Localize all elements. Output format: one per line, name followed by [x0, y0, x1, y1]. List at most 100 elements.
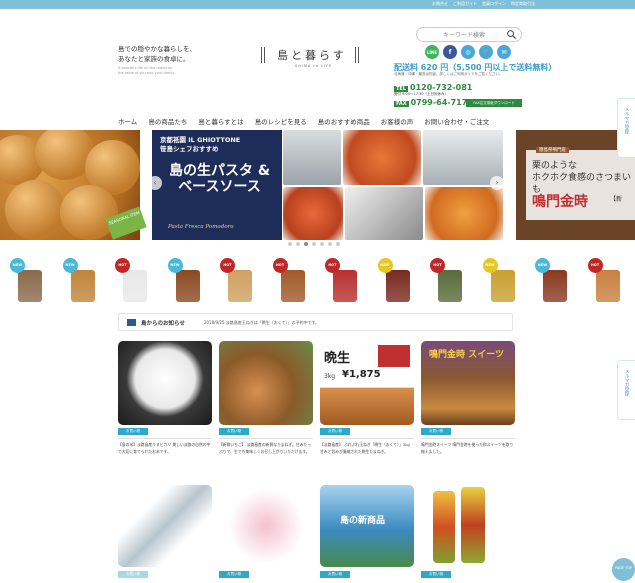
card-text: 【新鮮いちご】 淡路島産の新鮮なたまねぎ。甘みたっぷりで、生でも美味しくお召し上… [219, 442, 312, 454]
card-new-items[interactable]: 島の新商品 お買い物 [320, 485, 414, 578]
site-logo[interactable]: 島と暮らす SHIMA to LIFE [255, 44, 365, 84]
top-link[interactable]: ご利用ガイド [453, 1, 477, 7]
slider-dot[interactable] [288, 242, 292, 246]
slider-dot-active[interactable] [304, 242, 308, 246]
card-illustration[interactable]: お買い物 [219, 485, 313, 578]
page-top-button[interactable]: PAGE TOP [612, 558, 635, 581]
sweets-image: 鳴門金時 スイーツ [421, 341, 515, 425]
card-tag: お買い物 [320, 571, 350, 578]
right-suffix: 【新 [610, 196, 623, 203]
tagline: 島での穏やかな暮らしを、 あなたと家族の食卓に。 [118, 45, 196, 63]
line-icon[interactable]: LINE [425, 45, 439, 59]
product-badge: NEW [377, 258, 393, 273]
product-item[interactable]: NEW [62, 258, 97, 306]
card-tag: お買い物 [219, 428, 249, 435]
promo-restaurant: 京都祇園 IL GHIOTTONE 笹島シェフおすすめ [160, 136, 241, 153]
product-item[interactable]: NEW [377, 258, 412, 306]
nav-voices[interactable]: お客様の声 [381, 116, 414, 126]
cart-icon[interactable]: 🛒 [479, 45, 493, 59]
slider-dot[interactable] [320, 242, 324, 246]
card-tag: お買い物 [219, 571, 249, 578]
slider-dot[interactable] [336, 242, 340, 246]
nav-about[interactable]: 島と暮らすとは [198, 116, 243, 126]
card-text: 鳴門金時スイーツ 鳴門金時を使った和スイーツを取り揃えました。 [421, 442, 514, 454]
product-item[interactable]: HOT [325, 258, 359, 306]
phone-number[interactable]: TEL 0120-732-081 [394, 83, 472, 92]
product-badge: NEW [167, 258, 183, 273]
nav-recipes[interactable]: 島のレシピを見る [255, 116, 307, 126]
product-item[interactable]: NEW [482, 258, 517, 306]
top-bar [0, 0, 635, 9]
nav-contact[interactable]: お問い合わせ・ご注文 [424, 116, 489, 126]
product-item[interactable]: NEW [10, 258, 44, 306]
top-link[interactable]: 会員ログイン [482, 1, 506, 7]
side-tab-newsletter-2[interactable]: メルマガ登録 [617, 360, 635, 420]
search-icon[interactable] [506, 29, 517, 40]
card-wrap[interactable]: お買い物 [118, 485, 212, 578]
shipping-note: 北海道・沖縄・離島は別途。詳しくはご利用ガイドをご覧ください。 [394, 72, 503, 76]
cooking-photo [345, 187, 423, 240]
slider-dot[interactable] [296, 242, 300, 246]
card-okute[interactable]: 晩生 3kg ¥1,875 お買い物 【淡路島産】 ぷれぷれ玉ねぎ「晩生（おくて… [320, 341, 414, 454]
news-text[interactable]: 2018/9/25 淡路島産玉ねぎは「晩生（おくて）」の予約中です。 [204, 320, 319, 326]
wrap-image [118, 485, 212, 567]
mail-icon[interactable]: ✉ [497, 45, 511, 59]
side-tab-newsletter[interactable]: メルマガ登録 [617, 98, 635, 158]
product-image [595, 270, 620, 302]
product-item[interactable]: HOT [430, 258, 464, 306]
pasta-photo-2 [283, 187, 343, 240]
seascape-image: 島の新商品 [320, 485, 414, 567]
product-image [385, 270, 410, 302]
product-badge: HOT [430, 258, 445, 273]
card-pickles[interactable]: お買い物 [421, 485, 515, 578]
promo-title: 島の生パスタ & ベースソース [168, 163, 271, 195]
product-image [70, 270, 95, 302]
fax-order-button[interactable]: FAX注文用紙ダウンロード [466, 99, 522, 107]
card-sweets[interactable]: 鳴門金時 スイーツ お買い物 鳴門金時スイーツ 鳴門金時を使った和スイーツを取り… [421, 341, 515, 454]
product-image [228, 270, 252, 302]
slider-dot[interactable] [312, 242, 316, 246]
product-badge: HOT [587, 258, 603, 273]
hero-slider[interactable]: SEASONAL ITEM 京都祇園 IL GHIOTTONE 笹島シェフおすすめ… [0, 130, 635, 240]
product-item[interactable]: HOT [115, 258, 149, 306]
search-input[interactable]: キーワード検索 [443, 30, 485, 39]
facebook-icon[interactable]: f [443, 45, 457, 59]
slider-next-button[interactable]: › [490, 176, 504, 190]
news-title: 島からのお知らせ [141, 321, 185, 327]
nav-products[interactable]: 島の商品たち [148, 116, 187, 126]
top-link[interactable]: お問合せ [432, 1, 448, 7]
instagram-icon[interactable]: ◎ [461, 45, 475, 59]
card-onions[interactable]: お買い物 【新鮮いちご】 淡路島産の新鮮なたまねぎ。甘みたっぷりで、生でも美味し… [219, 341, 313, 454]
product-item[interactable]: HOT [272, 258, 307, 306]
pickles-image [421, 485, 515, 567]
card-tag: お買い物 [421, 571, 451, 578]
slider-dot[interactable] [328, 242, 332, 246]
slider-prev-button[interactable]: ‹ [148, 176, 162, 190]
news-bar[interactable]: 島からのお知らせ 2018/9/25 淡路島産玉ねぎは「晩生（おくて）」の予約中… [118, 313, 513, 331]
product-badge: HOT [325, 258, 340, 273]
product-strip: NEW NEW HOT NEW HOT HOT HOT NEW HOT NEW NEW HOT [10, 258, 635, 308]
product-image [175, 270, 200, 302]
product-image [490, 270, 515, 302]
nav-home[interactable]: ホーム [118, 116, 137, 126]
nav-recommended[interactable]: 島のおすすめ商品 [318, 116, 370, 126]
search-box[interactable]: キーワード検索 [416, 27, 522, 42]
card-tag: お買い物 [118, 571, 148, 578]
product-item[interactable]: NEW [535, 258, 569, 306]
product-item[interactable]: HOT [587, 258, 622, 306]
new-items-title: 島の新商品 [340, 516, 386, 526]
product-item[interactable]: HOT [220, 258, 254, 306]
card-tag: お買い物 [118, 428, 148, 435]
product-image [123, 270, 147, 302]
fax-number: FAX 0799-64-7177 [394, 98, 473, 107]
onions-image [219, 341, 313, 425]
pasta-photo-3 [425, 187, 503, 240]
product-badge: HOT [272, 258, 288, 273]
product-badge: NEW [62, 258, 78, 273]
product-item[interactable]: NEW [167, 258, 202, 306]
promo-banner-sub: 3kg [324, 373, 336, 380]
top-link[interactable]: 特定商取引法 [511, 1, 535, 7]
right-tag: 徳島県鳴門産 [536, 147, 569, 153]
rice-image [118, 341, 212, 425]
card-rice[interactable]: お買い物 【島の米】淡路島産キヌヒカリ 美しい淡路の自然の中で大切に育てられたお… [118, 341, 212, 454]
